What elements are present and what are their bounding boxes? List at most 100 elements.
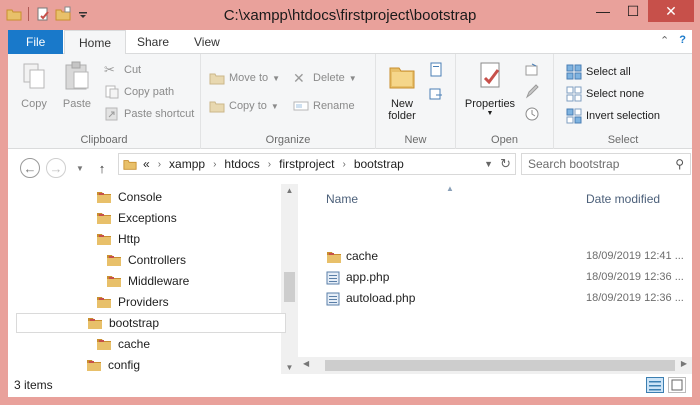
recent-locations-button[interactable]: ▼: [70, 158, 90, 178]
large-icons-view-icon: [671, 379, 683, 391]
address-bar[interactable]: « › xampp › htdocs › firstproject › bootstrap ▼…: [118, 153, 516, 175]
arrow-up-icon: ↑: [98, 160, 106, 176]
new-folder-label-line1: New: [390, 98, 413, 110]
breadcrumb-item[interactable]: firstproject: [279, 157, 334, 171]
forward-button[interactable]: →: [46, 158, 66, 178]
new-item-icon[interactable]: [428, 62, 444, 78]
file-icon-wrapper: [326, 271, 340, 288]
nav-item-label: Console: [118, 190, 163, 204]
tab-view[interactable]: View: [180, 30, 234, 54]
folder-icon: [107, 276, 121, 287]
file-date: 18/09/2019 12:36 ...: [586, 292, 684, 304]
new-folder-button[interactable]: New folder: [378, 60, 426, 122]
breadcrumb-separator-icon[interactable]: ›: [158, 159, 161, 170]
invert-selection-label: Invert selection: [586, 110, 660, 122]
search-icon: ⚲: [675, 157, 684, 171]
organize-group-label: Organize: [265, 134, 311, 146]
move-to-button[interactable]: Move to ▼: [209, 70, 280, 86]
nav-item[interactable]: Providers: [96, 292, 169, 312]
chevron-down-icon[interactable]: ▼: [484, 159, 493, 169]
folder-icon: [97, 339, 111, 350]
invert-selection-button[interactable]: Invert selection: [566, 108, 660, 124]
up-button[interactable]: ↑: [92, 158, 112, 178]
paste-shortcut-button[interactable]: Paste shortcut: [104, 106, 194, 122]
file-row[interactable]: autoload.php 18/09/2019 12:36 ...: [318, 288, 688, 308]
breadcrumb-separator-icon[interactable]: ›: [268, 159, 271, 170]
nav-scroll-thumb[interactable]: [284, 272, 295, 302]
search-input[interactable]: Search bootstrap ⚲: [521, 153, 691, 175]
nav-scrollbar[interactable]: ▲ ▼: [281, 184, 298, 374]
nav-item[interactable]: bootstrap: [16, 313, 286, 333]
nav-item[interactable]: Console: [96, 187, 162, 207]
file-scroll-thumb[interactable]: [325, 360, 675, 371]
rename-icon: [293, 101, 309, 111]
select-none-button[interactable]: Select none: [566, 86, 644, 102]
properties-button[interactable]: Properties ▼: [458, 60, 522, 117]
rename-button[interactable]: Rename: [293, 98, 355, 114]
select-group-label: Select: [607, 134, 639, 146]
nav-item[interactable]: config: [86, 355, 140, 375]
explorer-window: C:\xampp\htdocs\firstproject\bootstrap —…: [0, 0, 700, 405]
tab-home[interactable]: Home: [64, 30, 127, 55]
file-icon-wrapper: [326, 292, 340, 309]
address-overflow[interactable]: «: [143, 157, 150, 171]
refresh-icon[interactable]: ↻: [500, 156, 511, 172]
large-icons-view-button[interactable]: [668, 377, 686, 393]
tab-share[interactable]: Share: [123, 30, 183, 54]
scroll-right-icon[interactable]: ▶: [681, 359, 687, 368]
breadcrumb-separator-icon[interactable]: ›: [342, 159, 345, 170]
breadcrumb-item[interactable]: htdocs: [224, 157, 259, 171]
invert-selection-icon: [566, 108, 582, 124]
easy-access-icon[interactable]: [428, 86, 444, 102]
cut-label: Cut: [124, 64, 142, 76]
minimize-button[interactable]: —: [588, 0, 618, 22]
help-icon[interactable]: ?: [679, 34, 686, 47]
close-button[interactable]: ✕: [648, 0, 694, 22]
maximize-button[interactable]: ☐: [618, 0, 648, 22]
file-row[interactable]: cache 18/09/2019 12:41 ...: [318, 246, 688, 266]
cut-button[interactable]: ✂ Cut: [104, 62, 141, 78]
copy-label: Copy: [21, 98, 47, 110]
scroll-left-icon[interactable]: ◀: [303, 359, 309, 368]
column-header-date[interactable]: Date modified: [586, 192, 660, 206]
ribbon: Copy Paste ✂ Cut Copy path Paste shortcu…: [8, 54, 692, 149]
nav-item[interactable]: Controllers: [106, 250, 186, 270]
file-row[interactable]: app.php 18/09/2019 12:36 ...: [318, 267, 688, 287]
nav-item[interactable]: Exceptions: [96, 208, 177, 228]
delete-button[interactable]: ✕ Delete ▼: [293, 70, 357, 86]
open-group: Properties ▼ Open: [456, 54, 554, 149]
window-controls: — ☐ ✕: [588, 0, 694, 22]
nav-item[interactable]: Middleware: [106, 271, 189, 291]
history-icon[interactable]: [524, 106, 540, 122]
scissors-icon: ✂: [104, 62, 115, 77]
breadcrumb-item[interactable]: xampp: [169, 157, 205, 171]
nav-item[interactable]: cache: [96, 334, 150, 354]
breadcrumb-item[interactable]: bootstrap: [354, 157, 404, 171]
open-icon[interactable]: [524, 62, 540, 78]
copy-path-button[interactable]: Copy path: [104, 84, 174, 100]
details-view-button[interactable]: [646, 377, 664, 393]
scroll-down-icon[interactable]: ▼: [281, 363, 298, 372]
properties-label: Properties: [464, 98, 516, 110]
nav-item-label: bootstrap: [109, 316, 160, 330]
nav-item[interactable]: Http: [96, 229, 140, 249]
copy-button[interactable]: Copy: [16, 60, 52, 110]
breadcrumb-separator-icon[interactable]: ›: [213, 159, 216, 170]
select-none-icon: [566, 86, 582, 102]
ribbon-tabs: File Home Share View ⌃ ?: [8, 30, 692, 55]
edit-icon[interactable]: [524, 84, 540, 100]
column-header-name[interactable]: Name: [326, 192, 358, 206]
window-content: File Home Share View ⌃ ? Copy Paste ✂ Cu…: [8, 30, 692, 397]
scroll-up-icon[interactable]: ▲: [281, 186, 298, 195]
select-all-button[interactable]: Select all: [566, 64, 631, 80]
back-button[interactable]: ←: [20, 158, 40, 178]
file-name: cache: [346, 249, 379, 263]
collapse-ribbon-icon[interactable]: ⌃: [660, 34, 669, 47]
tab-file[interactable]: File: [8, 30, 64, 54]
new-group-label: New: [404, 134, 427, 146]
file-list-scrollbar[interactable]: ◀ ▶: [298, 357, 692, 374]
chevron-down-icon: ▼: [272, 73, 281, 83]
copy-to-button[interactable]: Copy to ▼: [209, 98, 279, 114]
file-icon-wrapper: [326, 250, 342, 267]
paste-button[interactable]: Paste: [58, 60, 96, 110]
